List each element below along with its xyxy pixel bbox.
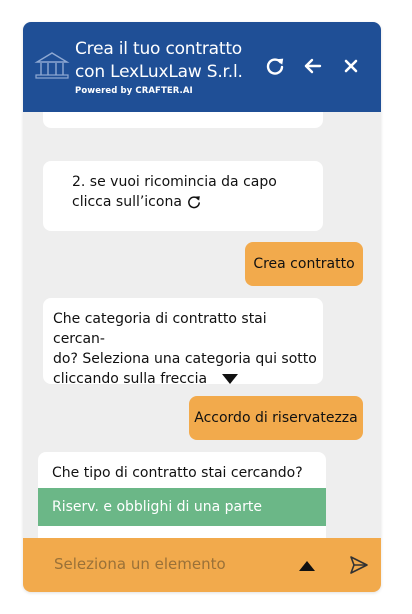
option-two-parties[interactable]: Riserv. e obblighi delle due parti	[38, 526, 326, 538]
bot-message-restart-hint: 2. se vuoi ricomincia da capo clicca sul…	[43, 161, 323, 231]
select-element-placeholder[interactable]: Seleziona un elemento	[54, 555, 226, 573]
bot-message-type-selector: Che tipo di contratto stai cercando? Ris…	[38, 452, 326, 538]
bot-message-text: Che categoria di contratto stai cercan- …	[53, 309, 319, 389]
caret-down-icon	[222, 374, 239, 384]
user-message: Accordo di riservatezza	[189, 396, 363, 440]
bot-message-line: cliccando sulla freccia	[53, 369, 319, 389]
user-message-text: Accordo di riservatezza	[194, 410, 358, 426]
lexluxlaw-logo	[32, 50, 72, 82]
bot-message-line-text: clicca sull’icona	[72, 194, 182, 210]
powered-by-label: Powered by CRAFTER.AI	[75, 86, 193, 96]
bot-message-line-text: cliccando sulla freccia	[53, 371, 208, 387]
bot-question-text: Che tipo di contratto stai cercando?	[52, 465, 303, 481]
bot-message-line: 2. se vuoi ricomincia da capo	[72, 174, 277, 190]
bot-message-text: 2. se vuoi ricomincia da capo clicca sul…	[72, 172, 312, 212]
chat-title-line-2: con LexLuxLaw S.r.l.	[75, 62, 243, 82]
refresh-icon	[266, 58, 284, 75]
restart-button[interactable]	[264, 55, 286, 77]
user-message-text: Crea contratto	[253, 256, 355, 272]
caret-up-icon[interactable]	[298, 560, 316, 572]
back-button[interactable]	[302, 55, 324, 77]
bot-message-category-question: Che categoria di contratto stai cercan- …	[43, 298, 323, 387]
chat-widget: Crea il tuo contratto con LexLuxLaw S.r.…	[23, 22, 381, 592]
arrow-left-icon	[304, 58, 322, 74]
bot-message-line: do? Seleziona una categoria qui sotto	[53, 351, 317, 367]
chat-input-bar[interactable]: Seleziona un elemento	[23, 538, 381, 592]
bot-message-partial	[43, 112, 323, 128]
close-button[interactable]	[340, 55, 362, 77]
chat-header: Crea il tuo contratto con LexLuxLaw S.r.…	[23, 22, 381, 112]
refresh-icon	[188, 196, 200, 209]
send-icon[interactable]	[348, 554, 370, 576]
chat-messages[interactable]: 2. se vuoi ricomincia da capo clicca sul…	[23, 112, 381, 538]
close-icon	[344, 59, 358, 73]
bot-message-line: clicca sull’icona	[72, 192, 312, 212]
chat-title-line-1: Crea il tuo contratto	[75, 39, 242, 59]
chat-title: Crea il tuo contratto con LexLuxLaw S.r.…	[75, 38, 265, 84]
bot-message-line: Che categoria di contratto stai cercan-	[53, 311, 267, 347]
user-message: Crea contratto	[245, 242, 363, 286]
option-one-party[interactable]: Riserv. e obblighi di una parte	[38, 488, 326, 526]
